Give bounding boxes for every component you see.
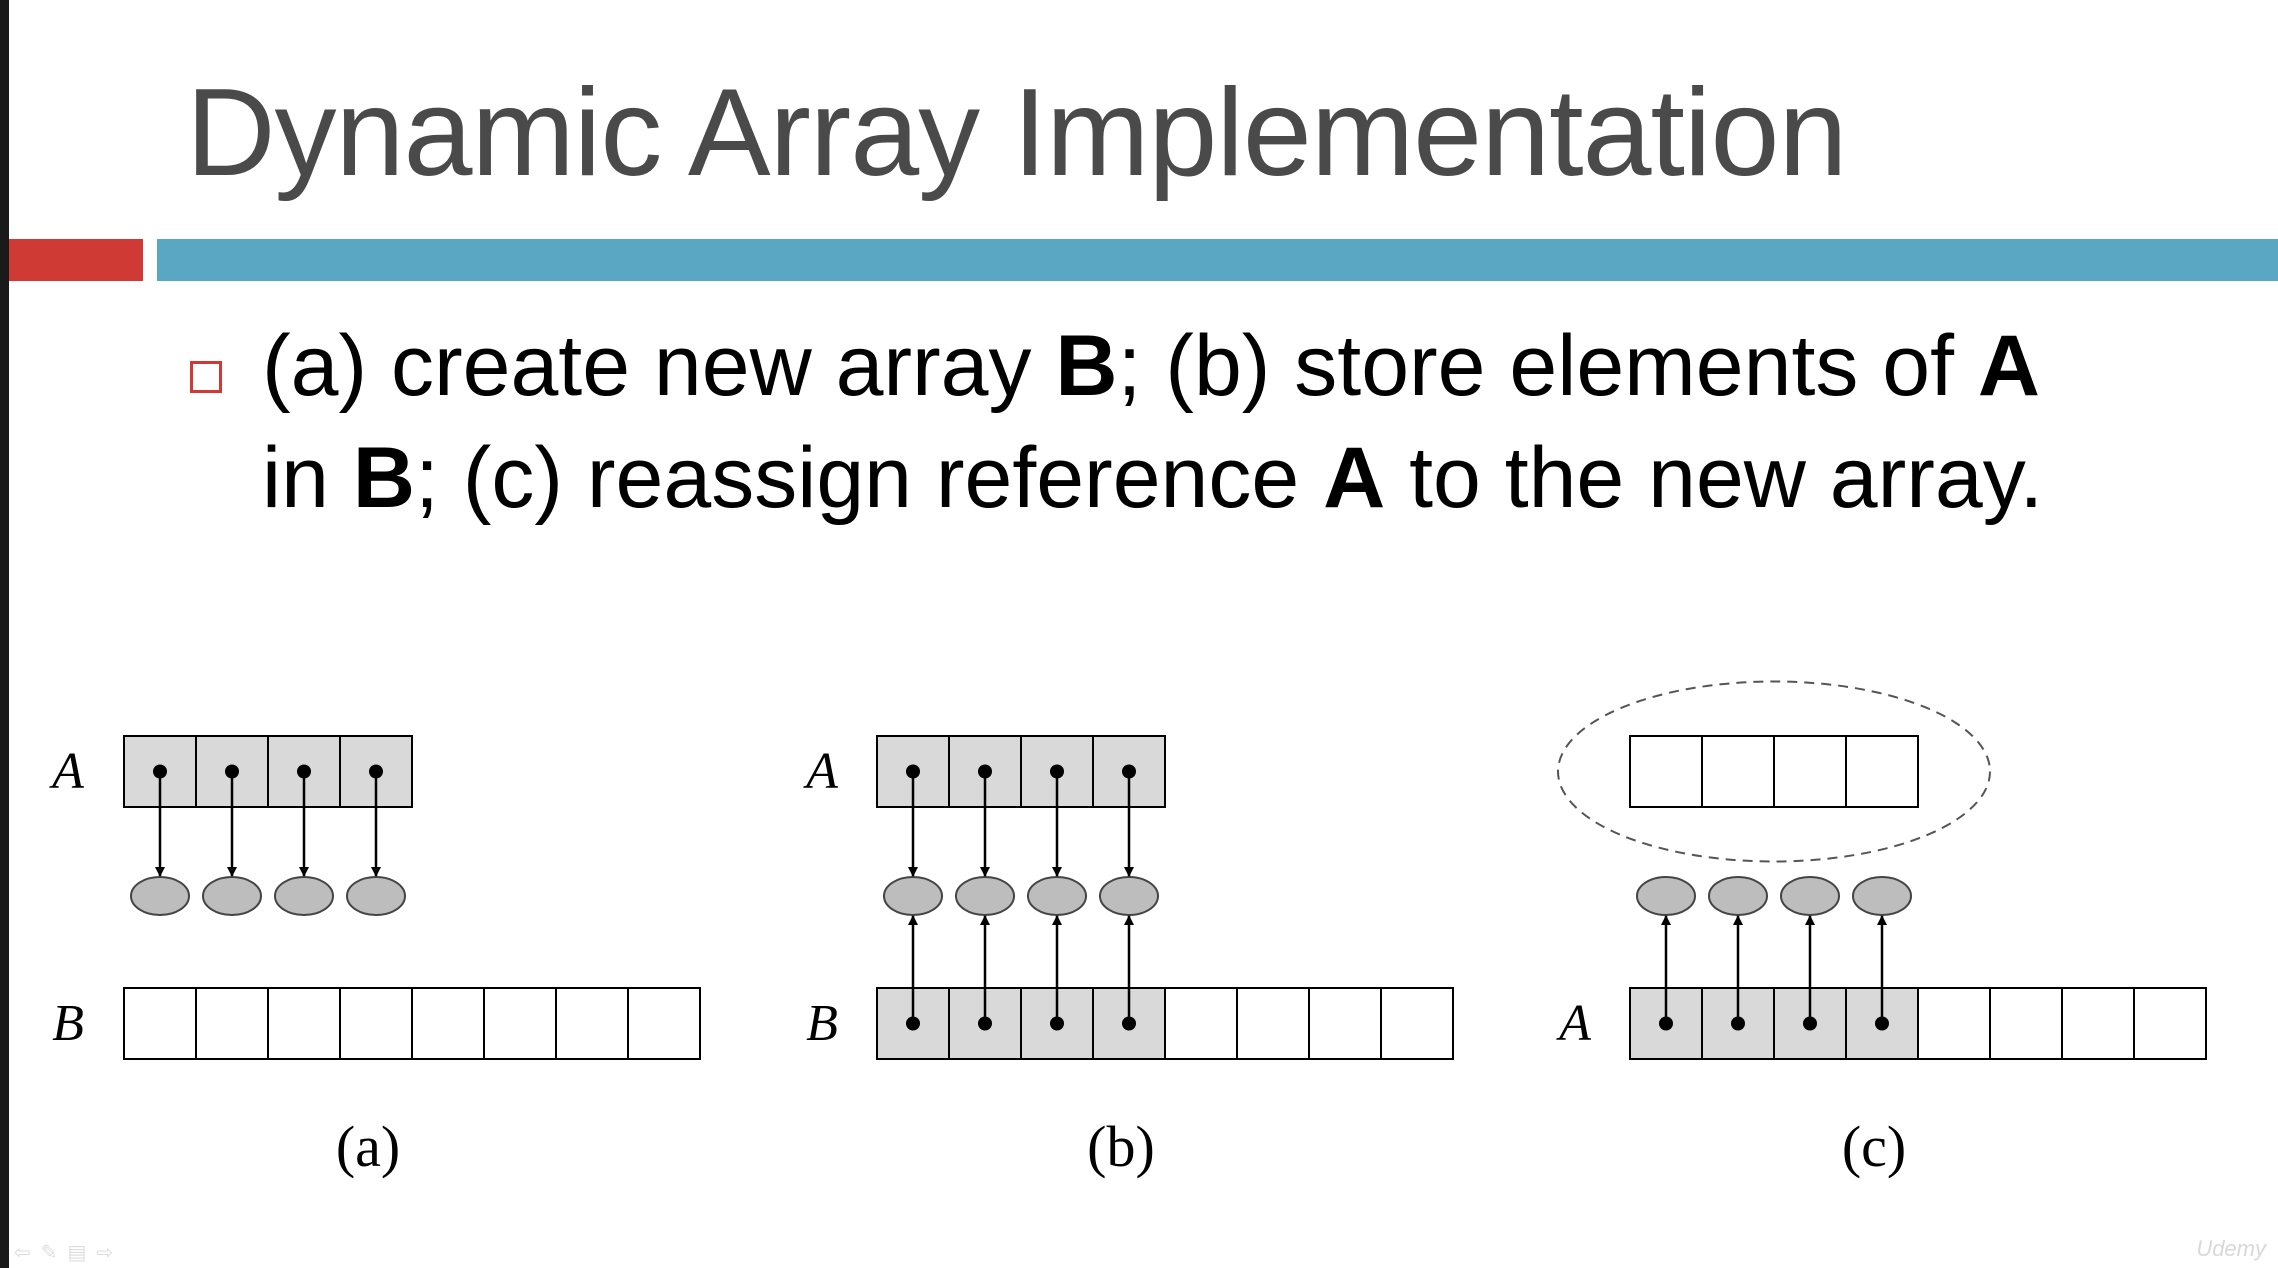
array-element xyxy=(346,876,406,916)
bottom-array-cell xyxy=(555,987,629,1060)
menu-icon[interactable]: ▤ xyxy=(68,1240,97,1264)
bottom-array-cell xyxy=(483,987,557,1060)
top-array-cell xyxy=(1845,735,1919,808)
bottom-array-cell xyxy=(195,987,269,1060)
diagram-caption: (b) xyxy=(1087,1114,1155,1179)
bottom-array-cell xyxy=(1164,987,1238,1060)
bottom-array-cell xyxy=(2133,987,2207,1060)
next-arrow-icon[interactable]: ⇨ xyxy=(96,1240,123,1264)
udemy-logo: Udemy xyxy=(2196,1236,2266,1261)
bottom-array-cell xyxy=(411,987,485,1060)
diagram-caption: (c) xyxy=(1842,1114,1906,1179)
bottom-array-label: B xyxy=(806,995,838,1052)
array-element xyxy=(1708,876,1768,916)
array-element xyxy=(202,876,262,916)
bottom-array-cell xyxy=(627,987,701,1060)
top-array-cell xyxy=(1629,735,1703,808)
top-array-cell xyxy=(1701,735,1775,808)
array-element xyxy=(1852,876,1912,916)
diagram-caption: (a) xyxy=(336,1114,400,1179)
array-element xyxy=(1636,876,1696,916)
bottom-array-cell xyxy=(1308,987,1382,1060)
pen-icon[interactable]: ✎ xyxy=(41,1240,68,1264)
top-array-label: A xyxy=(803,743,838,800)
top-array-label: A xyxy=(49,743,84,800)
prev-arrow-icon[interactable]: ⇦ xyxy=(14,1240,41,1264)
array-element xyxy=(1027,876,1087,916)
bottom-array-cell xyxy=(2061,987,2135,1060)
bottom-array-cell xyxy=(1917,987,1991,1060)
bottom-array-cell xyxy=(339,987,413,1060)
array-diagrams: A B (a) A B (b) A (c) xyxy=(49,680,2207,1179)
array-element xyxy=(274,876,334,916)
top-array-cell xyxy=(1773,735,1847,808)
bottom-array-cell xyxy=(1236,987,1310,1060)
bottom-array-label: B xyxy=(52,995,84,1052)
bottom-array-cell xyxy=(1989,987,2063,1060)
slide-nav-controls[interactable]: ⇦✎▤⇨ xyxy=(14,1240,123,1264)
bottom-array-cell xyxy=(1380,987,1454,1060)
array-element xyxy=(1099,876,1159,916)
array-element xyxy=(130,876,190,916)
bottom-array-cell xyxy=(267,987,341,1060)
bottom-array-cell xyxy=(123,987,197,1060)
array-element xyxy=(1780,876,1840,916)
array-element xyxy=(883,876,943,916)
array-element xyxy=(955,876,1015,916)
bottom-array-label: A xyxy=(1556,995,1591,1052)
